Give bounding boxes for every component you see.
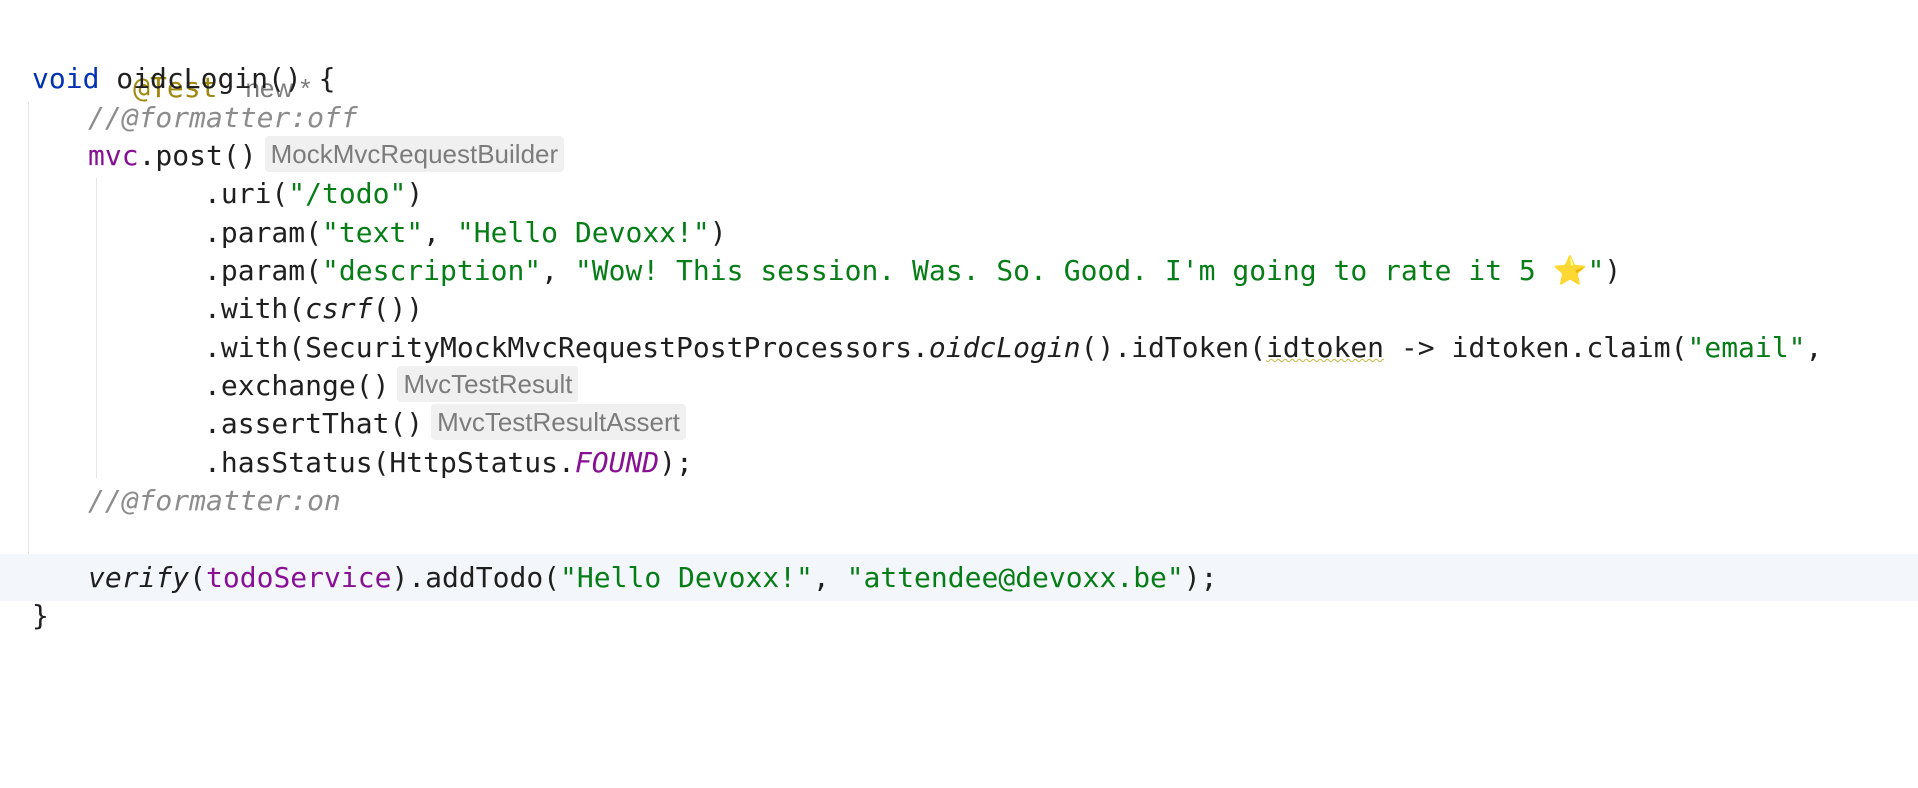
string-literal: "Wow! This session. Was. So. Good. I'm g… [574, 254, 1553, 287]
code-text: ().idToken( [1080, 331, 1267, 364]
field-todoservice: todoService [206, 561, 392, 594]
string-literal: "/todo" [288, 177, 407, 210]
code-text: .param( [204, 216, 323, 249]
code-text: .with( [204, 292, 306, 325]
code-text: ); [1183, 561, 1218, 594]
code-text: -> idtoken.claim( [1384, 331, 1688, 364]
method-signature: oidcLogin() { [99, 62, 336, 95]
code-text: ); [659, 446, 693, 479]
string-literal: "email" [1687, 331, 1806, 364]
code-text: ) [406, 177, 424, 210]
lambda-param-warning[interactable]: idtoken [1266, 331, 1384, 364]
code-text: ( [189, 561, 207, 594]
code-text: .assertThat() [204, 407, 424, 440]
method-csrf: csrf [305, 292, 373, 325]
code-line[interactable]: } [0, 592, 1918, 639]
closing-brace: } [32, 599, 49, 632]
formatter-off-comment: //@formatter:off [88, 101, 358, 134]
string-literal: "Hello Devoxx!" [560, 561, 813, 594]
code-text: , [541, 254, 575, 287]
method-verify: verify [88, 561, 190, 594]
string-literal: "Hello Devoxx!" [456, 216, 710, 249]
code-text: ()) [372, 292, 424, 325]
field-mvc: mvc [88, 139, 139, 172]
string-literal: " [1587, 254, 1605, 287]
code-text: , [812, 561, 847, 594]
code-text: , [423, 216, 457, 249]
string-literal: "attendee@devoxx.be" [846, 561, 1184, 594]
constant-found: FOUND [574, 446, 660, 479]
type-hint: MvcTestResultAssert [431, 404, 686, 440]
code-text: ).addTodo( [391, 561, 561, 594]
star-icon: ⭐ [1552, 254, 1588, 287]
code-text: .param( [204, 254, 323, 287]
code-text: .uri( [204, 177, 289, 210]
string-literal: "text" [322, 216, 424, 249]
code-text: .hasStatus(HttpStatus. [204, 446, 575, 479]
type-hint: MvcTestResult [397, 366, 579, 402]
code-text: .exchange() [204, 369, 390, 402]
formatter-on-comment: //@formatter:on [88, 484, 341, 517]
string-literal: "description" [322, 254, 542, 287]
code-text: .with(SecurityMockMvcRequestPostProcesso… [204, 331, 929, 364]
method-oidclogin: oidcLogin [928, 331, 1081, 364]
code-text: ) [709, 216, 727, 249]
code-text: ) [1604, 254, 1622, 287]
keyword-void: void [32, 62, 100, 95]
code-text: , [1805, 331, 1823, 364]
type-hint: MockMvcRequestBuilder [264, 136, 565, 172]
post-call: .post() [138, 139, 257, 172]
code-editor[interactable]: @Test new * void oidcLogin() { //@formatt… [0, 0, 1918, 788]
